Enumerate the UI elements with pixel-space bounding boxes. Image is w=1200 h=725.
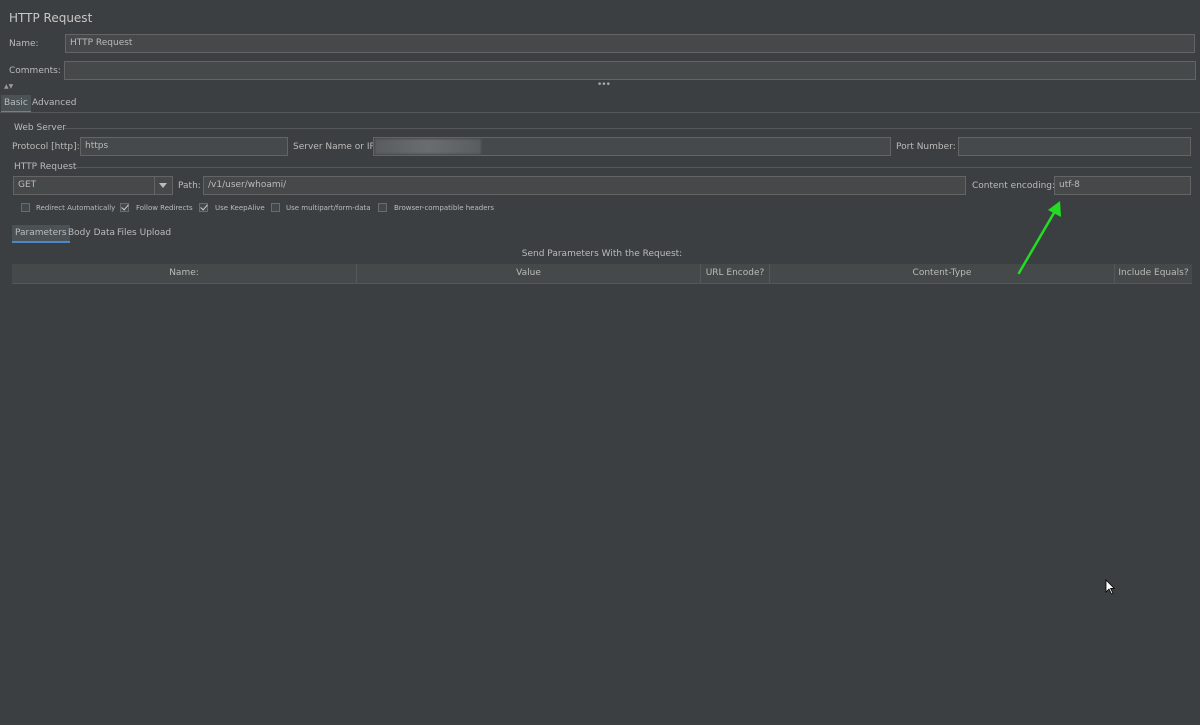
path-field[interactable]: /v1/user/whoami/	[203, 176, 966, 195]
path-label: Path:	[178, 181, 201, 191]
tab-files-upload[interactable]: Files Upload	[117, 225, 171, 241]
column-header-name[interactable]: Name:	[12, 264, 357, 283]
splitter-grip-icon[interactable]: •••	[597, 80, 611, 90]
tab-advanced[interactable]: Advanced	[32, 95, 76, 111]
http-request-divider	[75, 167, 1192, 168]
redirect-automatically-checkbox[interactable]	[21, 203, 30, 212]
web-server-section-title: Web Server	[14, 123, 66, 133]
method-select[interactable]: GET	[13, 176, 173, 195]
redirect-automatically-label: Redirect Automatically	[36, 204, 116, 212]
annotation-arrow-icon	[1017, 201, 1061, 275]
name-field[interactable]: HTTP Request	[65, 34, 1195, 53]
page-title: HTTP Request	[9, 11, 93, 25]
mouse-cursor-icon	[1105, 579, 1115, 595]
port-label: Port Number:	[896, 142, 956, 152]
content-encoding-field[interactable]: utf-8	[1054, 176, 1191, 195]
method-value: GET	[18, 180, 37, 190]
follow-redirects-checkbox[interactable]	[120, 203, 129, 212]
browser-compatible-headers-checkbox[interactable]	[378, 203, 387, 212]
column-header-include-equals[interactable]: Include Equals?	[1115, 264, 1192, 283]
protocol-label: Protocol [http]:	[12, 142, 80, 152]
browser-compatible-headers-label: Browser-compatible headers	[394, 204, 495, 212]
tab-basic[interactable]: Basic	[1, 95, 31, 113]
column-header-value[interactable]: Value	[357, 264, 701, 283]
use-multipart-label: Use multipart/form-data	[286, 204, 371, 212]
splitter[interactable]: ▲▼ •••	[0, 80, 1200, 90]
http-request-section-title: HTTP Request	[14, 162, 77, 172]
name-label: Name:	[9, 39, 39, 49]
follow-redirects-label: Follow Redirects	[136, 204, 193, 212]
tab-body-data[interactable]: Body Data	[68, 225, 115, 241]
server-label: Server Name or IP:	[293, 142, 378, 152]
method-select-divider	[154, 177, 155, 194]
use-keepalive-label: Use KeepAlive	[215, 204, 265, 212]
use-keepalive-checkbox[interactable]	[199, 203, 208, 212]
tab-divider	[0, 112, 1200, 113]
tab-parameters[interactable]: Parameters	[12, 225, 70, 243]
comments-label: Comments:	[9, 66, 61, 76]
chevron-down-icon[interactable]	[159, 183, 167, 188]
use-multipart-checkbox[interactable]	[271, 203, 280, 212]
web-server-divider	[64, 128, 1192, 129]
port-field[interactable]	[958, 137, 1191, 156]
redacted-server-value	[375, 139, 481, 154]
content-encoding-label: Content encoding:	[972, 181, 1056, 191]
comments-field[interactable]	[64, 61, 1196, 80]
protocol-field[interactable]: https	[80, 137, 288, 156]
collapse-arrows-icon[interactable]: ▲▼	[4, 83, 13, 90]
params-table-body[interactable]	[12, 283, 1192, 284]
column-header-url-encode[interactable]: URL Encode?	[701, 264, 770, 283]
